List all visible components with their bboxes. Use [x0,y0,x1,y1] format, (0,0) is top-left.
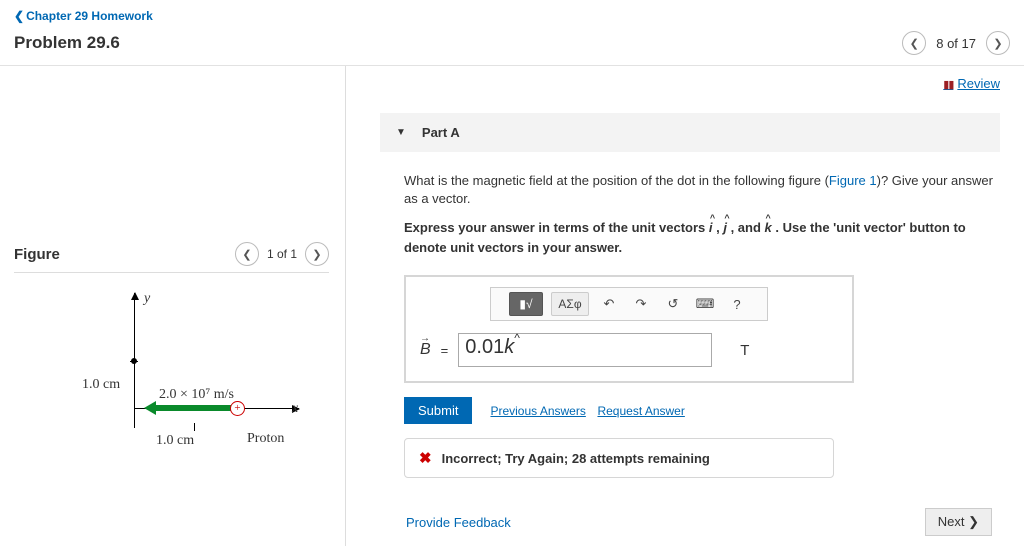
figure-heading: Figure [14,246,60,263]
equals-sign: = [441,343,449,358]
vector-tool-button[interactable]: ▮√ [509,292,543,316]
answer-hint: Express your answer in terms of the unit… [404,218,994,257]
feedback-box: ✖ Incorrect; Try Again; 28 attempts rema… [404,438,834,478]
incorrect-icon: ✖ [419,449,432,467]
figure-ref-link[interactable]: Figure 1 [829,173,877,188]
particle-label: Proton [247,431,284,447]
part-label: Part A [422,125,460,140]
chapter-back-link[interactable]: ❮Chapter 29 Homework [14,9,153,23]
redo-button[interactable]: ↷ [629,293,653,315]
help-button[interactable]: ? [725,293,749,315]
next-problem-button[interactable]: ❯ [986,31,1010,55]
figure-next-button[interactable]: ❯ [305,242,329,266]
x-distance-label: 1.0 cm [156,433,194,449]
question-text: What is the magnetic field at the positi… [404,172,994,208]
figure-prev-button[interactable]: ❮ [235,242,259,266]
prev-problem-button[interactable]: ❮ [902,31,926,55]
proton-icon: + [230,401,245,416]
previous-answers-link[interactable]: Previous Answers [490,404,585,418]
chevron-left-icon: ❮ [14,9,24,23]
review-icon: ▮▮ [943,79,953,91]
answer-input[interactable]: ^ 0.01k [458,333,712,367]
equation-toolbar: ▮√ ΑΣφ ↶ ↷ ↺ ⌨ ? [490,287,768,321]
keyboard-button[interactable]: ⌨ [693,293,717,315]
x-axis-label: x [292,401,298,417]
answer-box: ▮√ ΑΣφ ↶ ↷ ↺ ⌨ ? →B = ^ 0.01k [404,275,854,383]
undo-button[interactable]: ↶ [597,293,621,315]
provide-feedback-link[interactable]: Provide Feedback [406,515,511,530]
collapse-icon: ▼ [396,127,406,138]
problem-pager: ❮ 8 of 17 ❯ [902,31,1010,55]
answer-unit: T [740,342,749,359]
figure-pager-count: 1 of 1 [267,247,297,261]
submit-button[interactable]: Submit [404,397,472,424]
velocity-label: 2.0 × 10⁷ m/s [159,387,234,403]
y-axis-label: y [144,291,150,307]
figure-diagram: + y x 1.0 cm 1.0 cm 2.0 × 10⁷ m/s Proton [44,293,329,473]
problem-title: Problem 29.6 [14,33,120,53]
request-answer-link[interactable]: Request Answer [597,404,684,418]
symbols-tool-button[interactable]: ΑΣφ [551,292,589,316]
part-header[interactable]: ▼ Part A [380,113,1000,152]
pager-count: 8 of 17 [936,36,976,51]
review-link[interactable]: ▮▮Review [380,76,1000,91]
answer-lhs: →B [420,341,431,359]
feedback-message: Incorrect; Try Again; 28 attempts remain… [442,451,710,466]
y-distance-label: 1.0 cm [82,377,120,393]
reset-button[interactable]: ↺ [661,293,685,315]
